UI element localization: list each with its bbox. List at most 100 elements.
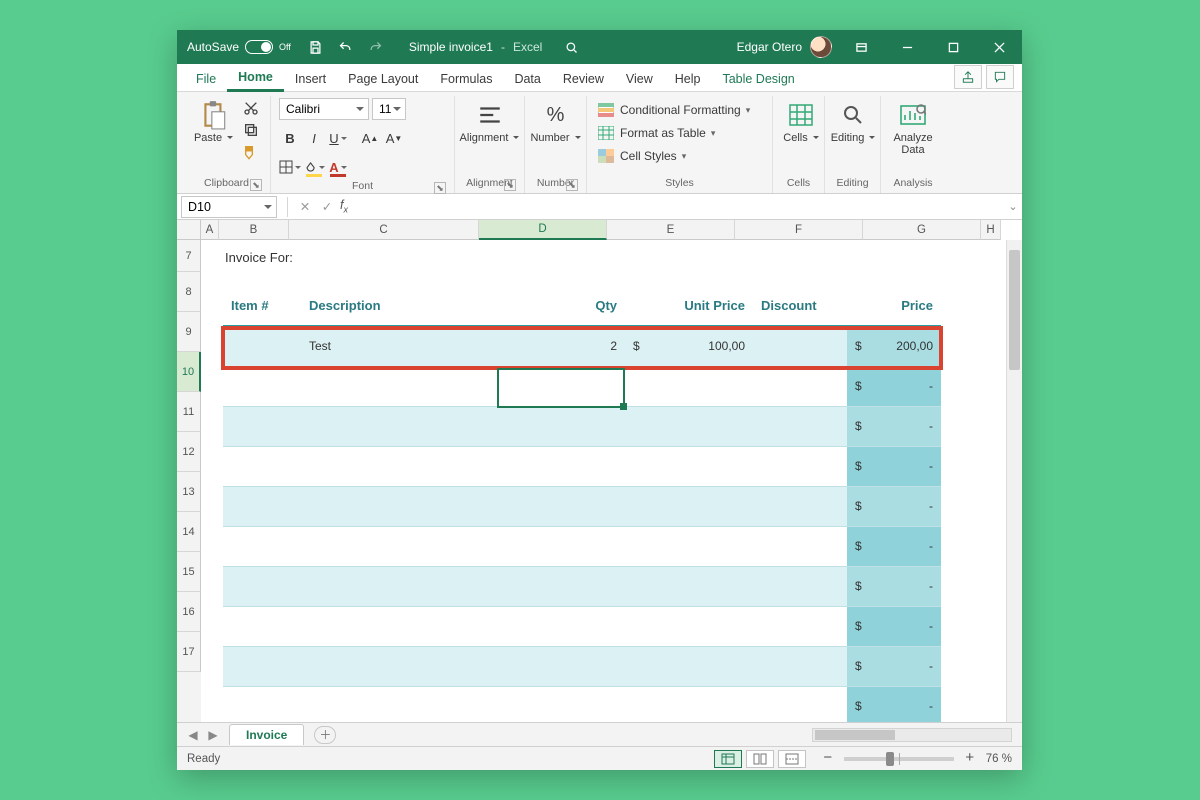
- clipboard-launcher[interactable]: ⬊: [250, 179, 262, 191]
- invoice-cell[interactable]: [753, 326, 847, 366]
- invoice-cell[interactable]: [301, 406, 497, 446]
- invoice-cell[interactable]: [497, 646, 625, 686]
- row-header-8[interactable]: 8: [177, 272, 201, 312]
- row-header-15[interactable]: 15: [177, 552, 201, 592]
- bold-button[interactable]: B: [279, 127, 301, 149]
- vertical-scrollbar[interactable]: [1006, 240, 1022, 722]
- col-header-C[interactable]: C: [289, 220, 479, 240]
- col-header-G[interactable]: G: [863, 220, 981, 240]
- tab-table-design[interactable]: Table Design: [711, 68, 805, 91]
- row-header-10[interactable]: 10: [177, 352, 201, 392]
- tab-view[interactable]: View: [615, 68, 664, 91]
- invoice-cell[interactable]: [753, 486, 847, 526]
- invoice-cell[interactable]: [223, 526, 301, 566]
- name-box[interactable]: D10: [181, 196, 277, 218]
- invoice-cell[interactable]: [625, 606, 753, 646]
- paste-button[interactable]: Paste: [191, 98, 236, 146]
- invoice-cell[interactable]: [223, 406, 301, 446]
- invoice-cell[interactable]: [301, 606, 497, 646]
- close-button[interactable]: [976, 30, 1022, 64]
- fill-color-icon[interactable]: [303, 156, 325, 178]
- new-sheet-button[interactable]: ＋: [314, 726, 336, 744]
- format-as-table-button[interactable]: Format as Table▾: [595, 123, 717, 143]
- cancel-formula-icon[interactable]: ✕: [294, 199, 316, 214]
- invoice-cell[interactable]: $-: [847, 406, 941, 446]
- invoice-cell[interactable]: [497, 686, 625, 722]
- cut-icon[interactable]: [240, 98, 262, 118]
- invoice-cell[interactable]: [497, 486, 625, 526]
- invoice-cell[interactable]: [223, 646, 301, 686]
- zoom-slider[interactable]: [844, 757, 954, 761]
- invoice-cell[interactable]: [223, 446, 301, 486]
- fx-icon[interactable]: fx: [340, 198, 348, 215]
- formula-input[interactable]: [354, 196, 1004, 218]
- zoom-out-button[interactable]: −: [820, 751, 836, 767]
- comments-button[interactable]: [986, 65, 1014, 89]
- tab-file[interactable]: File: [185, 68, 227, 91]
- invoice-cell[interactable]: [625, 526, 753, 566]
- ribbon-display-options-icon[interactable]: [838, 30, 884, 64]
- invoice-cell[interactable]: [497, 566, 625, 606]
- view-page-layout-icon[interactable]: [746, 750, 774, 768]
- zoom-in-button[interactable]: +: [962, 751, 978, 767]
- row-header-13[interactable]: 13: [177, 472, 201, 512]
- invoice-cell[interactable]: [223, 566, 301, 606]
- select-all-corner[interactable]: [177, 220, 201, 240]
- invoice-cell[interactable]: $-: [847, 686, 941, 722]
- enter-formula-icon[interactable]: ✓: [316, 199, 338, 214]
- account-button[interactable]: Edgar Otero: [737, 36, 838, 58]
- alignment-button[interactable]: Alignment: [463, 98, 516, 146]
- invoice-cell[interactable]: $-: [847, 366, 941, 406]
- save-icon[interactable]: [301, 30, 331, 64]
- invoice-cell[interactable]: [753, 366, 847, 406]
- view-page-break-icon[interactable]: [778, 750, 806, 768]
- row-header-12[interactable]: 12: [177, 432, 201, 472]
- invoice-cell[interactable]: $200,00: [847, 326, 941, 366]
- invoice-cell[interactable]: 2: [497, 326, 625, 366]
- tab-insert[interactable]: Insert: [284, 68, 337, 91]
- invoice-cell[interactable]: [753, 686, 847, 722]
- invoice-cell[interactable]: [625, 366, 753, 406]
- view-normal-icon[interactable]: [714, 750, 742, 768]
- col-header-A[interactable]: A: [201, 220, 219, 240]
- invoice-cell[interactable]: [753, 526, 847, 566]
- sheet-nav-next-icon[interactable]: ▶: [203, 728, 223, 742]
- invoice-cell[interactable]: [223, 486, 301, 526]
- invoice-cell[interactable]: [301, 446, 497, 486]
- col-header-E[interactable]: E: [607, 220, 735, 240]
- invoice-cell[interactable]: [625, 406, 753, 446]
- invoice-cell[interactable]: [301, 646, 497, 686]
- invoice-cell[interactable]: [223, 686, 301, 722]
- col-header-B[interactable]: B: [219, 220, 289, 240]
- invoice-cell[interactable]: [753, 566, 847, 606]
- invoice-cell[interactable]: [497, 446, 625, 486]
- analyze-data-button[interactable]: Analyze Data: [889, 98, 937, 158]
- invoice-cell[interactable]: [497, 526, 625, 566]
- alignment-launcher[interactable]: ⬊: [504, 179, 516, 191]
- underline-button[interactable]: U: [327, 127, 349, 149]
- tab-data[interactable]: Data: [503, 68, 551, 91]
- row-header-7[interactable]: 7: [177, 240, 201, 272]
- redo-icon[interactable]: [361, 30, 391, 64]
- invoice-cell[interactable]: $-: [847, 526, 941, 566]
- share-button[interactable]: [954, 65, 982, 89]
- format-painter-icon[interactable]: [240, 142, 262, 162]
- row-header-16[interactable]: 16: [177, 592, 201, 632]
- row-header-14[interactable]: 14: [177, 512, 201, 552]
- conditional-formatting-button[interactable]: Conditional Formatting▾: [595, 100, 752, 120]
- undo-icon[interactable]: [331, 30, 361, 64]
- col-header-D[interactable]: D: [479, 220, 607, 240]
- search-icon[interactable]: [556, 30, 586, 64]
- tab-home[interactable]: Home: [227, 66, 284, 92]
- font-launcher[interactable]: ⬊: [434, 182, 446, 194]
- row-header-9[interactable]: 9: [177, 312, 201, 352]
- zoom-value[interactable]: 76 %: [986, 753, 1012, 765]
- cells-button[interactable]: Cells: [781, 98, 821, 146]
- number-button[interactable]: % Number: [533, 98, 578, 146]
- font-size-combo[interactable]: 11: [372, 98, 406, 120]
- expand-formula-bar-icon[interactable]: ⌄: [1004, 200, 1022, 213]
- decrease-font-icon[interactable]: A▼: [383, 127, 405, 149]
- invoice-cell[interactable]: [625, 446, 753, 486]
- invoice-cell[interactable]: [301, 366, 497, 406]
- invoice-cell[interactable]: [625, 646, 753, 686]
